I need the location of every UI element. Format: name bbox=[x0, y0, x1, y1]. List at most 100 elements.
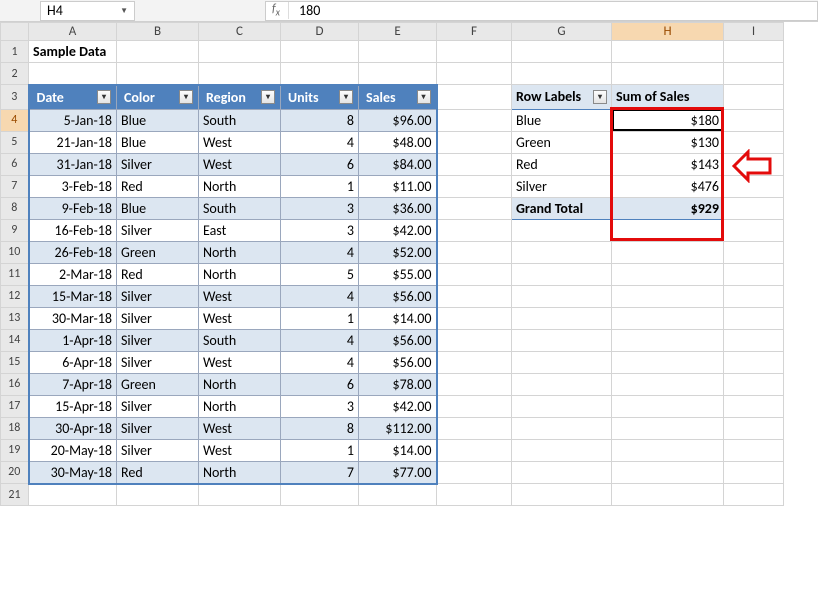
cell-A8[interactable]: 9-Feb-18 bbox=[29, 197, 117, 219]
cell-C2[interactable] bbox=[199, 63, 281, 85]
cell-G18[interactable] bbox=[512, 417, 612, 439]
row-header-8[interactable]: 8 bbox=[1, 197, 29, 219]
cell-E14[interactable]: $56.00 bbox=[359, 329, 437, 351]
cell-B18[interactable]: Silver bbox=[117, 417, 199, 439]
cell-H16[interactable] bbox=[612, 373, 724, 395]
cell-H11[interactable] bbox=[612, 263, 724, 285]
row-header-13[interactable]: 13 bbox=[1, 307, 29, 329]
cell-B21[interactable] bbox=[117, 484, 199, 506]
cell-F3[interactable] bbox=[437, 85, 512, 110]
cell-B5[interactable]: Blue bbox=[117, 131, 199, 153]
cell-E19[interactable]: $14.00 bbox=[359, 439, 437, 461]
cell-H7[interactable]: $476 bbox=[612, 175, 724, 197]
cell-E12[interactable]: $56.00 bbox=[359, 285, 437, 307]
cell-I6[interactable] bbox=[724, 153, 784, 175]
cell-F15[interactable] bbox=[437, 351, 512, 373]
cell-B7[interactable]: Red bbox=[117, 175, 199, 197]
cell-F19[interactable] bbox=[437, 439, 512, 461]
cell-H14[interactable] bbox=[612, 329, 724, 351]
cell-G9[interactable] bbox=[512, 219, 612, 241]
row-header-11[interactable]: 11 bbox=[1, 263, 29, 285]
filter-button[interactable]: ▾ bbox=[97, 90, 111, 104]
cell-F5[interactable] bbox=[437, 131, 512, 153]
cell-D16[interactable]: 6 bbox=[281, 373, 359, 395]
cell-C5[interactable]: West bbox=[199, 131, 281, 153]
cell-F13[interactable] bbox=[437, 307, 512, 329]
cell-E7[interactable]: $11.00 bbox=[359, 175, 437, 197]
filter-button[interactable]: ▾ bbox=[179, 90, 193, 104]
cell-G6[interactable]: Red bbox=[512, 153, 612, 175]
cell-C8[interactable]: South bbox=[199, 197, 281, 219]
cell-H10[interactable] bbox=[612, 241, 724, 263]
cell-E15[interactable]: $56.00 bbox=[359, 351, 437, 373]
cell-B14[interactable]: Silver bbox=[117, 329, 199, 351]
cell-C18[interactable]: West bbox=[199, 417, 281, 439]
cell-C7[interactable]: North bbox=[199, 175, 281, 197]
cell-C10[interactable]: North bbox=[199, 241, 281, 263]
cell-D7[interactable]: 1 bbox=[281, 175, 359, 197]
filter-button[interactable]: ▾ bbox=[593, 90, 607, 104]
cell-I19[interactable] bbox=[724, 439, 784, 461]
cell-D13[interactable]: 1 bbox=[281, 307, 359, 329]
cell-A1[interactable]: Sample Data bbox=[29, 41, 117, 63]
cell-I2[interactable] bbox=[724, 63, 784, 85]
cell-H17[interactable] bbox=[612, 395, 724, 417]
row-header-3[interactable]: 3 bbox=[1, 85, 29, 110]
cell-G19[interactable] bbox=[512, 439, 612, 461]
cell-H5[interactable]: $130 bbox=[612, 131, 724, 153]
row-header-14[interactable]: 14 bbox=[1, 329, 29, 351]
cell-I14[interactable] bbox=[724, 329, 784, 351]
select-all-corner[interactable] bbox=[1, 23, 29, 41]
cell-G10[interactable] bbox=[512, 241, 612, 263]
cell-F7[interactable] bbox=[437, 175, 512, 197]
cell-F10[interactable] bbox=[437, 241, 512, 263]
name-box[interactable]: H4 ▼ bbox=[40, 1, 135, 21]
cell-F12[interactable] bbox=[437, 285, 512, 307]
column-header-D[interactable]: D bbox=[281, 23, 359, 41]
row-header-9[interactable]: 9 bbox=[1, 219, 29, 241]
row-header-18[interactable]: 18 bbox=[1, 417, 29, 439]
row-header-20[interactable]: 20 bbox=[1, 461, 29, 484]
cell-F11[interactable] bbox=[437, 263, 512, 285]
cell-A17[interactable]: 15-Apr-18 bbox=[29, 395, 117, 417]
cell-D6[interactable]: 6 bbox=[281, 153, 359, 175]
cell-B17[interactable]: Silver bbox=[117, 395, 199, 417]
cell-F20[interactable] bbox=[437, 461, 512, 484]
cell-B10[interactable]: Green bbox=[117, 241, 199, 263]
cell-D12[interactable]: 4 bbox=[281, 285, 359, 307]
cell-A12[interactable]: 15-Mar-18 bbox=[29, 285, 117, 307]
cell-G16[interactable] bbox=[512, 373, 612, 395]
column-header-C[interactable]: C bbox=[199, 23, 281, 41]
cell-G12[interactable] bbox=[512, 285, 612, 307]
cell-I7[interactable] bbox=[724, 175, 784, 197]
cell-F1[interactable] bbox=[437, 41, 512, 63]
row-header-10[interactable]: 10 bbox=[1, 241, 29, 263]
column-header-I[interactable]: I bbox=[724, 23, 784, 41]
cell-C20[interactable]: North bbox=[199, 461, 281, 484]
cell-H18[interactable] bbox=[612, 417, 724, 439]
row-header-6[interactable]: 6 bbox=[1, 153, 29, 175]
cell-A11[interactable]: 2-Mar-18 bbox=[29, 263, 117, 285]
filter-button[interactable]: ▾ bbox=[261, 90, 275, 104]
cell-F4[interactable] bbox=[437, 109, 512, 131]
cell-G21[interactable] bbox=[512, 484, 612, 506]
cell-E5[interactable]: $48.00 bbox=[359, 131, 437, 153]
cell-F14[interactable] bbox=[437, 329, 512, 351]
row-header-12[interactable]: 12 bbox=[1, 285, 29, 307]
cell-I20[interactable] bbox=[724, 461, 784, 484]
cell-C17[interactable]: North bbox=[199, 395, 281, 417]
cell-E10[interactable]: $52.00 bbox=[359, 241, 437, 263]
cell-B15[interactable]: Silver bbox=[117, 351, 199, 373]
filter-button[interactable]: ▾ bbox=[339, 90, 353, 104]
cell-B2[interactable] bbox=[117, 63, 199, 85]
cell-G5[interactable]: Green bbox=[512, 131, 612, 153]
cell-D21[interactable] bbox=[281, 484, 359, 506]
cell-G3[interactable]: Row Labels▾ bbox=[512, 85, 612, 110]
formula-input[interactable]: fx 180 bbox=[265, 1, 818, 21]
row-header-19[interactable]: 19 bbox=[1, 439, 29, 461]
cell-G7[interactable]: Silver bbox=[512, 175, 612, 197]
cell-C21[interactable] bbox=[199, 484, 281, 506]
cell-B19[interactable]: Silver bbox=[117, 439, 199, 461]
column-header-A[interactable]: A bbox=[29, 23, 117, 41]
row-header-17[interactable]: 17 bbox=[1, 395, 29, 417]
